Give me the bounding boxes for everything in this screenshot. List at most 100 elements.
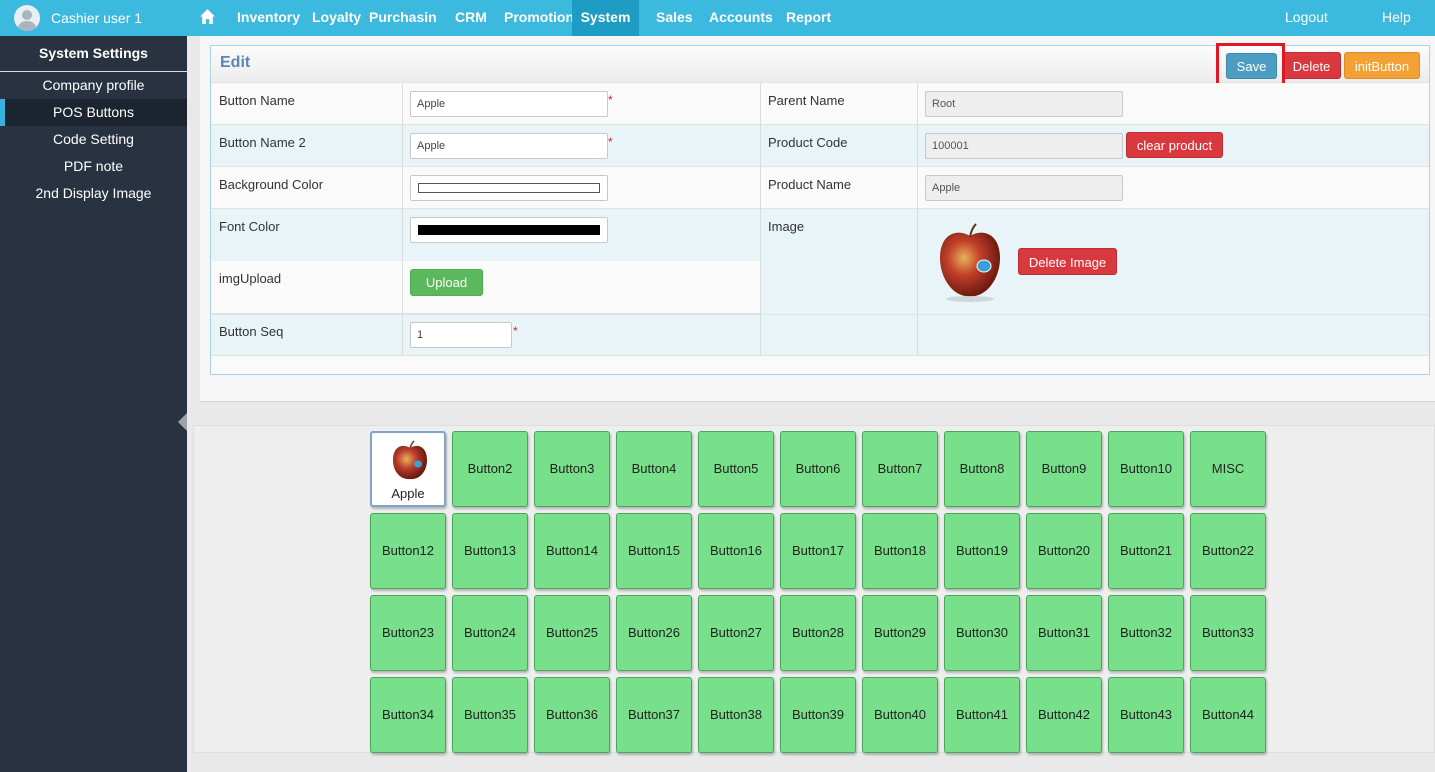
home-icon[interactable] bbox=[199, 8, 216, 25]
logout-link[interactable]: Logout bbox=[1285, 0, 1328, 36]
nav-sales[interactable]: Sales bbox=[656, 0, 693, 36]
font-color-swatch bbox=[418, 225, 600, 235]
required-marker: * bbox=[608, 93, 613, 107]
pos-button[interactable]: Button37 bbox=[616, 677, 692, 753]
pos-button[interactable]: Button43 bbox=[1108, 677, 1184, 753]
nav-report[interactable]: Report bbox=[786, 0, 831, 36]
nav-loyalty[interactable]: Loyalty bbox=[312, 0, 361, 36]
delete-button[interactable]: Delete bbox=[1282, 52, 1341, 79]
sidebar-title: System Settings bbox=[0, 36, 187, 72]
pos-button[interactable]: Button20 bbox=[1026, 513, 1102, 589]
img-upload-label: imgUpload bbox=[219, 271, 282, 286]
required-marker: * bbox=[513, 324, 518, 338]
user-name: Cashier user 1 bbox=[51, 10, 143, 26]
sidebar-item-code-setting[interactable]: Code Setting bbox=[0, 126, 187, 153]
nav-accounts[interactable]: Accounts bbox=[709, 0, 773, 36]
pos-button[interactable]: Button23 bbox=[370, 595, 446, 671]
pos-button[interactable]: Button25 bbox=[534, 595, 610, 671]
pos-button[interactable]: Button26 bbox=[616, 595, 692, 671]
pos-button[interactable]: Apple bbox=[370, 431, 446, 507]
init-button[interactable]: initButton bbox=[1344, 52, 1420, 79]
pos-button[interactable]: Button18 bbox=[862, 513, 938, 589]
pos-button[interactable]: Button7 bbox=[862, 431, 938, 507]
pos-button[interactable]: Button17 bbox=[780, 513, 856, 589]
background-color-picker[interactable] bbox=[410, 175, 608, 201]
sidebar-item-2nd-display-image[interactable]: 2nd Display Image bbox=[0, 180, 187, 207]
font-color-picker[interactable] bbox=[410, 217, 608, 243]
pos-button[interactable]: Button16 bbox=[698, 513, 774, 589]
button-name-2-input[interactable]: Apple bbox=[410, 133, 608, 159]
pos-button[interactable]: Button35 bbox=[452, 677, 528, 753]
apple-thumbnail-icon bbox=[393, 440, 427, 480]
upload-button[interactable]: Upload bbox=[410, 269, 483, 296]
background-color-swatch bbox=[418, 183, 600, 193]
pos-button[interactable]: MISC bbox=[1190, 431, 1266, 507]
help-link[interactable]: Help bbox=[1382, 0, 1411, 36]
pos-button[interactable]: Button2 bbox=[452, 431, 528, 507]
form-row bbox=[211, 315, 1429, 356]
font-color-label: Font Color bbox=[219, 219, 280, 234]
button-name-2-label: Button Name 2 bbox=[219, 135, 306, 150]
pos-button[interactable]: Button44 bbox=[1190, 677, 1266, 753]
pos-button[interactable]: Button6 bbox=[780, 431, 856, 507]
pos-button[interactable]: Button5 bbox=[698, 431, 774, 507]
sidebar: System Settings Company profile POS Butt… bbox=[0, 36, 187, 772]
pos-button[interactable]: Button19 bbox=[944, 513, 1020, 589]
pos-button[interactable]: Button31 bbox=[1026, 595, 1102, 671]
pos-button[interactable]: Button13 bbox=[452, 513, 528, 589]
nav-inventory[interactable]: Inventory bbox=[237, 0, 300, 36]
pos-button[interactable]: Button9 bbox=[1026, 431, 1102, 507]
parent-name-input[interactable]: Root bbox=[925, 91, 1123, 117]
pos-button[interactable]: Button3 bbox=[534, 431, 610, 507]
pos-button[interactable]: Button28 bbox=[780, 595, 856, 671]
clear-product-button[interactable]: clear product bbox=[1126, 132, 1223, 158]
sidebar-item-company-profile[interactable]: Company profile bbox=[0, 72, 187, 99]
button-name-input[interactable]: Apple bbox=[410, 91, 608, 117]
product-code-input[interactable]: 100001 bbox=[925, 133, 1123, 159]
background-color-label: Background Color bbox=[219, 177, 324, 192]
button-name-label: Button Name bbox=[219, 93, 295, 108]
divider bbox=[402, 83, 403, 356]
sidebar-item-pdf-note[interactable]: PDF note bbox=[0, 153, 187, 180]
required-marker: * bbox=[608, 135, 613, 149]
image-label: Image bbox=[768, 219, 805, 234]
pos-button[interactable]: Button10 bbox=[1108, 431, 1184, 507]
divider bbox=[760, 83, 761, 356]
nav-purchasing[interactable]: Purchasing bbox=[369, 0, 437, 36]
product-name-label: Product Name bbox=[768, 177, 852, 192]
pos-button[interactable]: Button40 bbox=[862, 677, 938, 753]
divider bbox=[917, 83, 918, 356]
pos-button[interactable]: Button39 bbox=[780, 677, 856, 753]
pos-button[interactable]: Button27 bbox=[698, 595, 774, 671]
pos-button[interactable]: Button22 bbox=[1190, 513, 1266, 589]
delete-image-button[interactable]: Delete Image bbox=[1018, 248, 1117, 275]
product-name-input[interactable]: Apple bbox=[925, 175, 1123, 201]
user-menu[interactable]: Cashier user 1 bbox=[0, 0, 187, 36]
nav-promotion[interactable]: Promotion bbox=[504, 0, 574, 36]
pos-button[interactable]: Button15 bbox=[616, 513, 692, 589]
sidebar-collapse-icon[interactable] bbox=[178, 413, 187, 431]
pos-button[interactable]: Button12 bbox=[370, 513, 446, 589]
pos-button[interactable]: Button8 bbox=[944, 431, 1020, 507]
edit-title: Edit bbox=[220, 54, 251, 71]
pos-button[interactable]: Button21 bbox=[1108, 513, 1184, 589]
pos-button[interactable]: Button36 bbox=[534, 677, 610, 753]
pos-button[interactable]: Button14 bbox=[534, 513, 610, 589]
sidebar-item-pos-buttons[interactable]: POS Buttons bbox=[0, 99, 187, 126]
pos-button[interactable]: Button4 bbox=[616, 431, 692, 507]
form-row bbox=[211, 261, 761, 314]
pos-button[interactable]: Button24 bbox=[452, 595, 528, 671]
pos-button[interactable]: Button42 bbox=[1026, 677, 1102, 753]
pos-button-label: Apple bbox=[391, 486, 425, 501]
nav-crm[interactable]: CRM bbox=[455, 0, 487, 36]
pos-button[interactable]: Button34 bbox=[370, 677, 446, 753]
button-seq-input[interactable]: 1 bbox=[410, 322, 512, 348]
pos-button[interactable]: Button32 bbox=[1108, 595, 1184, 671]
nav-system[interactable]: System bbox=[572, 0, 639, 36]
pos-button[interactable]: Button41 bbox=[944, 677, 1020, 753]
apple-image bbox=[940, 223, 1000, 302]
pos-button[interactable]: Button30 bbox=[944, 595, 1020, 671]
pos-button[interactable]: Button29 bbox=[862, 595, 938, 671]
pos-button[interactable]: Button38 bbox=[698, 677, 774, 753]
pos-button[interactable]: Button33 bbox=[1190, 595, 1266, 671]
